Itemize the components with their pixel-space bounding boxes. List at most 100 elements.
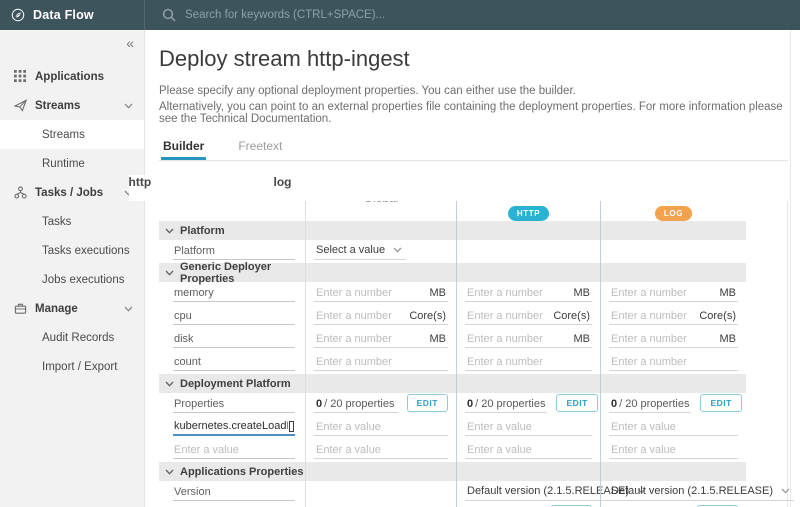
app-type-badge: HTTP (507, 206, 550, 221)
number-input[interactable]: Enter a number (314, 354, 448, 371)
input-placeholder: Enter a number (316, 310, 392, 322)
properties-count-label: / 20 properties (324, 398, 395, 410)
sidebar-item-applications[interactable]: Applications (0, 62, 144, 91)
edit-properties-button[interactable]: EDIT (700, 394, 742, 412)
section-header-band (456, 221, 600, 240)
number-input[interactable]: Enter a number MB (609, 285, 738, 302)
tab-freetext[interactable]: Freetext (236, 139, 284, 160)
sidebar-item-import-export[interactable]: Import / Export (0, 352, 144, 381)
property-key-input-cpu[interactable]: cpu (173, 308, 295, 325)
input-placeholder: Enter a number (611, 287, 687, 299)
cell: Enter a value (456, 439, 600, 462)
number-input[interactable]: Enter a number (609, 354, 738, 371)
property-key-input-focused[interactable]: kubernetes.createLoadBalanc (173, 418, 295, 436)
properties-count-number: 0 (316, 398, 323, 410)
scrollbar-track[interactable] (790, 30, 791, 507)
number-input[interactable]: Enter a number MB (465, 285, 592, 302)
properties-count: 0/ 20 properties (609, 396, 692, 413)
new-property-key-input[interactable]: Enter a value (173, 442, 295, 459)
cell: Enter a number MB (456, 282, 600, 305)
properties-count-number: 0 (611, 398, 618, 410)
property-key-input-properties[interactable]: Properties (173, 396, 295, 413)
section-title: Generic Deployer Properties (180, 260, 272, 285)
sidebar-item-runtime[interactable]: Runtime (0, 149, 144, 178)
sidebar-item-label: Jobs executions (42, 273, 125, 286)
search-bar[interactable]: Search for keywords (CTRL+SPACE)... (145, 8, 800, 22)
input-placeholder: Enter a number (316, 333, 392, 345)
cell: Enter a value (456, 416, 600, 439)
section-header-deployment-platform[interactable]: Deployment Platform (159, 374, 305, 393)
section-header-band (305, 221, 456, 240)
chevron-down-icon (124, 306, 133, 312)
cell: Default version (2.1.5.RELEASE) (456, 481, 651, 504)
sidebar-item-tasks-jobs[interactable]: Tasks / Jobs (0, 178, 144, 207)
sidebar-item-audit-records[interactable]: Audit Records (0, 323, 144, 352)
section-header-applications-properties[interactable]: Applications Properties (159, 462, 305, 481)
cell: Enter a number MB (600, 328, 746, 351)
chevron-down-icon (165, 270, 174, 276)
number-input[interactable]: Enter a number MB (314, 285, 448, 302)
value-input[interactable]: Enter a value (314, 419, 448, 436)
property-key-text: memory (174, 287, 214, 299)
properties-summary: 0/ 20 properties EDIT (609, 394, 742, 413)
unit-label: MB (573, 287, 591, 299)
property-key-input-memory[interactable]: memory (173, 285, 295, 302)
value-input[interactable]: Enter a value (609, 419, 738, 436)
section-header-band (456, 374, 600, 393)
property-key-input-platform[interactable]: Platform (173, 243, 295, 260)
sidebar-item-tasks[interactable]: Tasks (0, 207, 144, 236)
input-placeholder: Enter a value (467, 421, 532, 433)
section-header-band (600, 221, 746, 240)
edit-properties-button[interactable]: EDIT (406, 394, 448, 412)
property-key-input-count[interactable]: count (173, 354, 295, 371)
number-input[interactable]: Enter a number Core(s) (314, 308, 448, 325)
input-placeholder: Enter a number (467, 356, 543, 368)
edit-properties-button[interactable]: EDIT (556, 394, 598, 412)
sidebar-collapse-button[interactable]: « (126, 35, 134, 51)
property-key-input-disk[interactable]: disk (173, 331, 295, 348)
section-header-band (305, 374, 456, 393)
number-input[interactable]: Enter a number MB (314, 331, 448, 348)
sidebar-item-jobs-executions[interactable]: Jobs executions (0, 265, 144, 294)
row-label-cell: Properties (159, 393, 305, 416)
input-placeholder: Enter a number (611, 333, 687, 345)
properties-summary: 0/ 20 properties EDIT (465, 394, 598, 413)
cell: 0/ 20 properties EDIT (305, 393, 456, 416)
sidebar-item-manage[interactable]: Manage (0, 294, 144, 323)
sidebar-item-streams[interactable]: Streams (0, 120, 144, 149)
properties-count-number: 0 (467, 398, 474, 410)
number-input[interactable]: Enter a number MB (465, 331, 592, 348)
row-label-cell: count (159, 351, 305, 374)
cell: Enter a number MB (600, 282, 746, 305)
properties-count-label: / 20 properties (475, 398, 546, 410)
value-input[interactable]: Enter a value (314, 442, 448, 459)
input-placeholder: Enter a number (316, 287, 392, 299)
properties-count: 0/ 20 properties (465, 396, 548, 413)
value-input[interactable]: Enter a value (465, 442, 592, 459)
property-key-input-version[interactable]: Version (173, 484, 295, 501)
sidebar-item-label: Streams (42, 128, 85, 141)
number-input[interactable]: Enter a number Core(s) (465, 308, 592, 325)
sidebar-item-streams[interactable]: Streams (0, 91, 144, 120)
unit-label: MB (429, 333, 447, 345)
value-input[interactable]: Enter a value (465, 419, 592, 436)
tab-builder[interactable]: Builder (161, 139, 207, 160)
section-header-band (600, 263, 746, 282)
number-input[interactable]: Enter a number MB (609, 331, 738, 348)
cell: Enter a value (600, 439, 746, 462)
cell: Enter a number Core(s) (456, 305, 600, 328)
input-placeholder: Enter a number (611, 310, 687, 322)
chevron-down-icon (165, 228, 174, 234)
section-header-platform[interactable]: Platform (159, 221, 305, 240)
select-select-a-value[interactable]: Select a value (314, 242, 407, 260)
row-label-cell: kubernetes.createLoadBalanc (159, 416, 305, 439)
unit-label: MB (429, 287, 447, 299)
section-header-generic-deployer-properties[interactable]: Generic Deployer Properties (159, 260, 305, 285)
number-input[interactable]: Enter a number (465, 354, 592, 371)
sidebar-item-tasks-executions[interactable]: Tasks executions (0, 236, 144, 265)
input-placeholder: Enter a value (316, 421, 381, 433)
number-input[interactable]: Enter a number Core(s) (609, 308, 738, 325)
select-default-version-2-1-5-release[interactable]: Default version (2.1.5.RELEASE) (609, 483, 795, 501)
chevron-down-icon (393, 247, 402, 253)
value-input[interactable]: Enter a value (609, 442, 738, 459)
